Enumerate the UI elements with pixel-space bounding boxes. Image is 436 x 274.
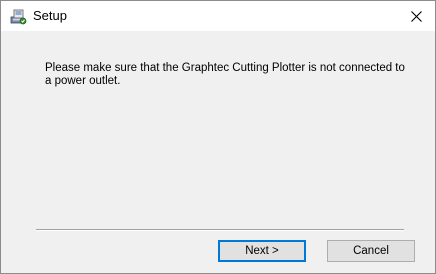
setup-dialog: Setup Please make sure that the Graphtec… [0,0,436,274]
cancel-button[interactable]: Cancel [327,240,415,262]
close-button[interactable] [397,1,435,31]
next-button[interactable]: Next > [218,240,306,262]
window-title: Setup [33,8,67,23]
instruction-message: Please make sure that the Graphtec Cutti… [45,62,405,87]
setup-installer-icon [10,8,27,25]
title-bar: Setup [1,1,435,31]
close-icon [410,10,422,22]
separator-line [36,229,404,231]
